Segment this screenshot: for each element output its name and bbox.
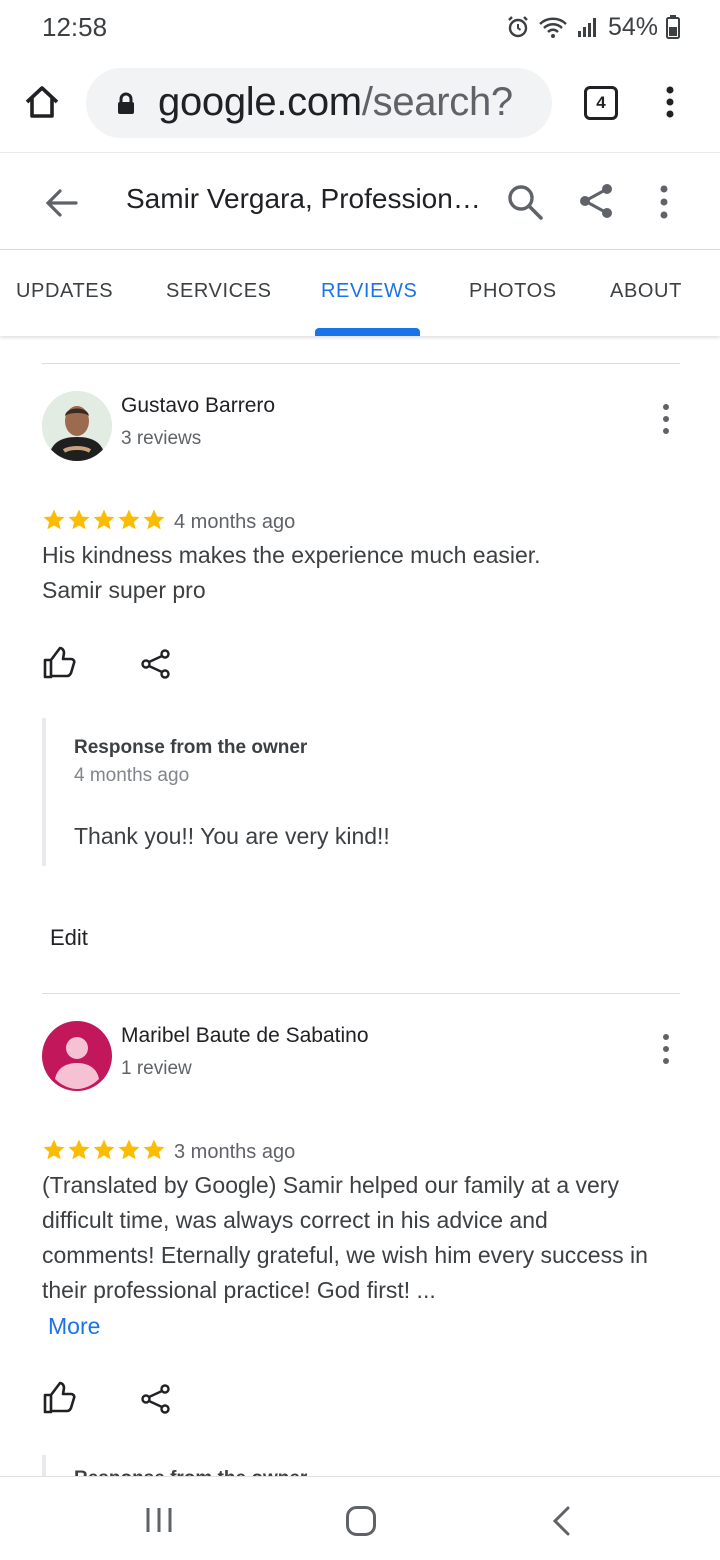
star-icon (43, 1139, 65, 1160)
back-nav-icon[interactable] (550, 1505, 574, 1537)
page-title: Samir Vergara, Professional Immigration.… (126, 183, 496, 214)
more-link[interactable]: More (48, 1313, 100, 1340)
alarm-icon (508, 16, 528, 38)
tab-switcher-button[interactable]: 4 (584, 86, 618, 120)
star-icon (93, 1139, 115, 1160)
tab-updates[interactable]: UPDATES (16, 280, 113, 303)
reviewer-name[interactable]: Gustavo Barrero (121, 394, 275, 418)
default-avatar-icon (55, 1037, 99, 1089)
star-icon (68, 509, 90, 530)
divider (42, 993, 680, 994)
review-date: 4 months ago (174, 511, 296, 533)
review-text: (Translated by Google) Samir helped our … (42, 1172, 648, 1303)
reviewer-photo (42, 391, 112, 461)
star-rating (42, 1138, 166, 1162)
share-review-icon[interactable] (140, 648, 172, 680)
review-menu-icon[interactable] (654, 402, 678, 436)
thumbs-up-icon[interactable] (42, 1381, 76, 1415)
star-icon (143, 1139, 165, 1160)
review-text: His kindness makes the experience much e… (42, 542, 541, 603)
tab-about[interactable]: ABOUT (610, 280, 682, 303)
star-icon (118, 509, 140, 530)
active-tab-indicator (315, 328, 420, 336)
status-time: 12:58 (42, 12, 108, 42)
review-date: 3 months ago (174, 1141, 296, 1163)
star-icon (68, 1139, 90, 1160)
divider (42, 363, 680, 364)
review-menu-icon[interactable] (654, 1032, 678, 1066)
star-icon (143, 509, 165, 530)
star-icon (118, 1139, 140, 1160)
battery-icon (666, 15, 680, 39)
browser-toolbar: google.com/search? 4 (0, 54, 720, 152)
tab-reviews[interactable]: REVIEWS (321, 280, 417, 303)
reviewer-review-count: 1 review (121, 1058, 192, 1079)
url-bar[interactable]: google.com/search? (86, 68, 552, 138)
star-icon (43, 509, 65, 530)
owner-response-bar (42, 1455, 46, 1476)
avatar[interactable] (42, 391, 112, 461)
app-header: Samir Vergara, Professional Immigration.… (0, 152, 720, 250)
url-text: google.com/search? (158, 80, 513, 124)
reviewer-name[interactable]: Maribel Baute de Sabatino (121, 1024, 369, 1048)
owner-response-date: 4 months ago (74, 765, 190, 786)
tab-bar: UPDATES SERVICES REVIEWS PHOTOS ABOUT (0, 250, 720, 336)
signal-icon (577, 18, 596, 37)
tab-services[interactable]: SERVICES (166, 280, 272, 303)
star-icon (93, 509, 115, 530)
lock-icon (118, 92, 134, 114)
home-icon[interactable] (22, 82, 62, 122)
wifi-icon (539, 17, 567, 38)
system-nav-bar (0, 1476, 720, 1560)
browser-menu-icon[interactable] (656, 84, 684, 120)
star-rating (42, 508, 166, 532)
battery-percent: 54% (607, 12, 658, 41)
home-nav-icon[interactable] (345, 1505, 377, 1537)
thumbs-up-icon[interactable] (42, 646, 76, 680)
owner-response-bar (42, 718, 46, 866)
recent-apps-icon[interactable] (144, 1505, 174, 1535)
back-arrow-icon[interactable] (44, 185, 80, 221)
share-review-icon[interactable] (140, 1383, 172, 1415)
owner-response-text: Thank you!! You are very kind!! (74, 823, 390, 849)
owner-response-title: Response from the owner (74, 737, 308, 758)
search-icon[interactable] (506, 183, 544, 221)
status-bar: 12:58 54% (0, 0, 720, 54)
reviewer-review-count: 3 reviews (121, 428, 202, 449)
more-options-icon[interactable] (650, 183, 678, 221)
tab-photos[interactable]: PHOTOS (469, 280, 557, 303)
share-icon[interactable] (576, 181, 616, 221)
edit-button[interactable]: Edit (50, 925, 88, 951)
avatar[interactable] (42, 1021, 112, 1091)
